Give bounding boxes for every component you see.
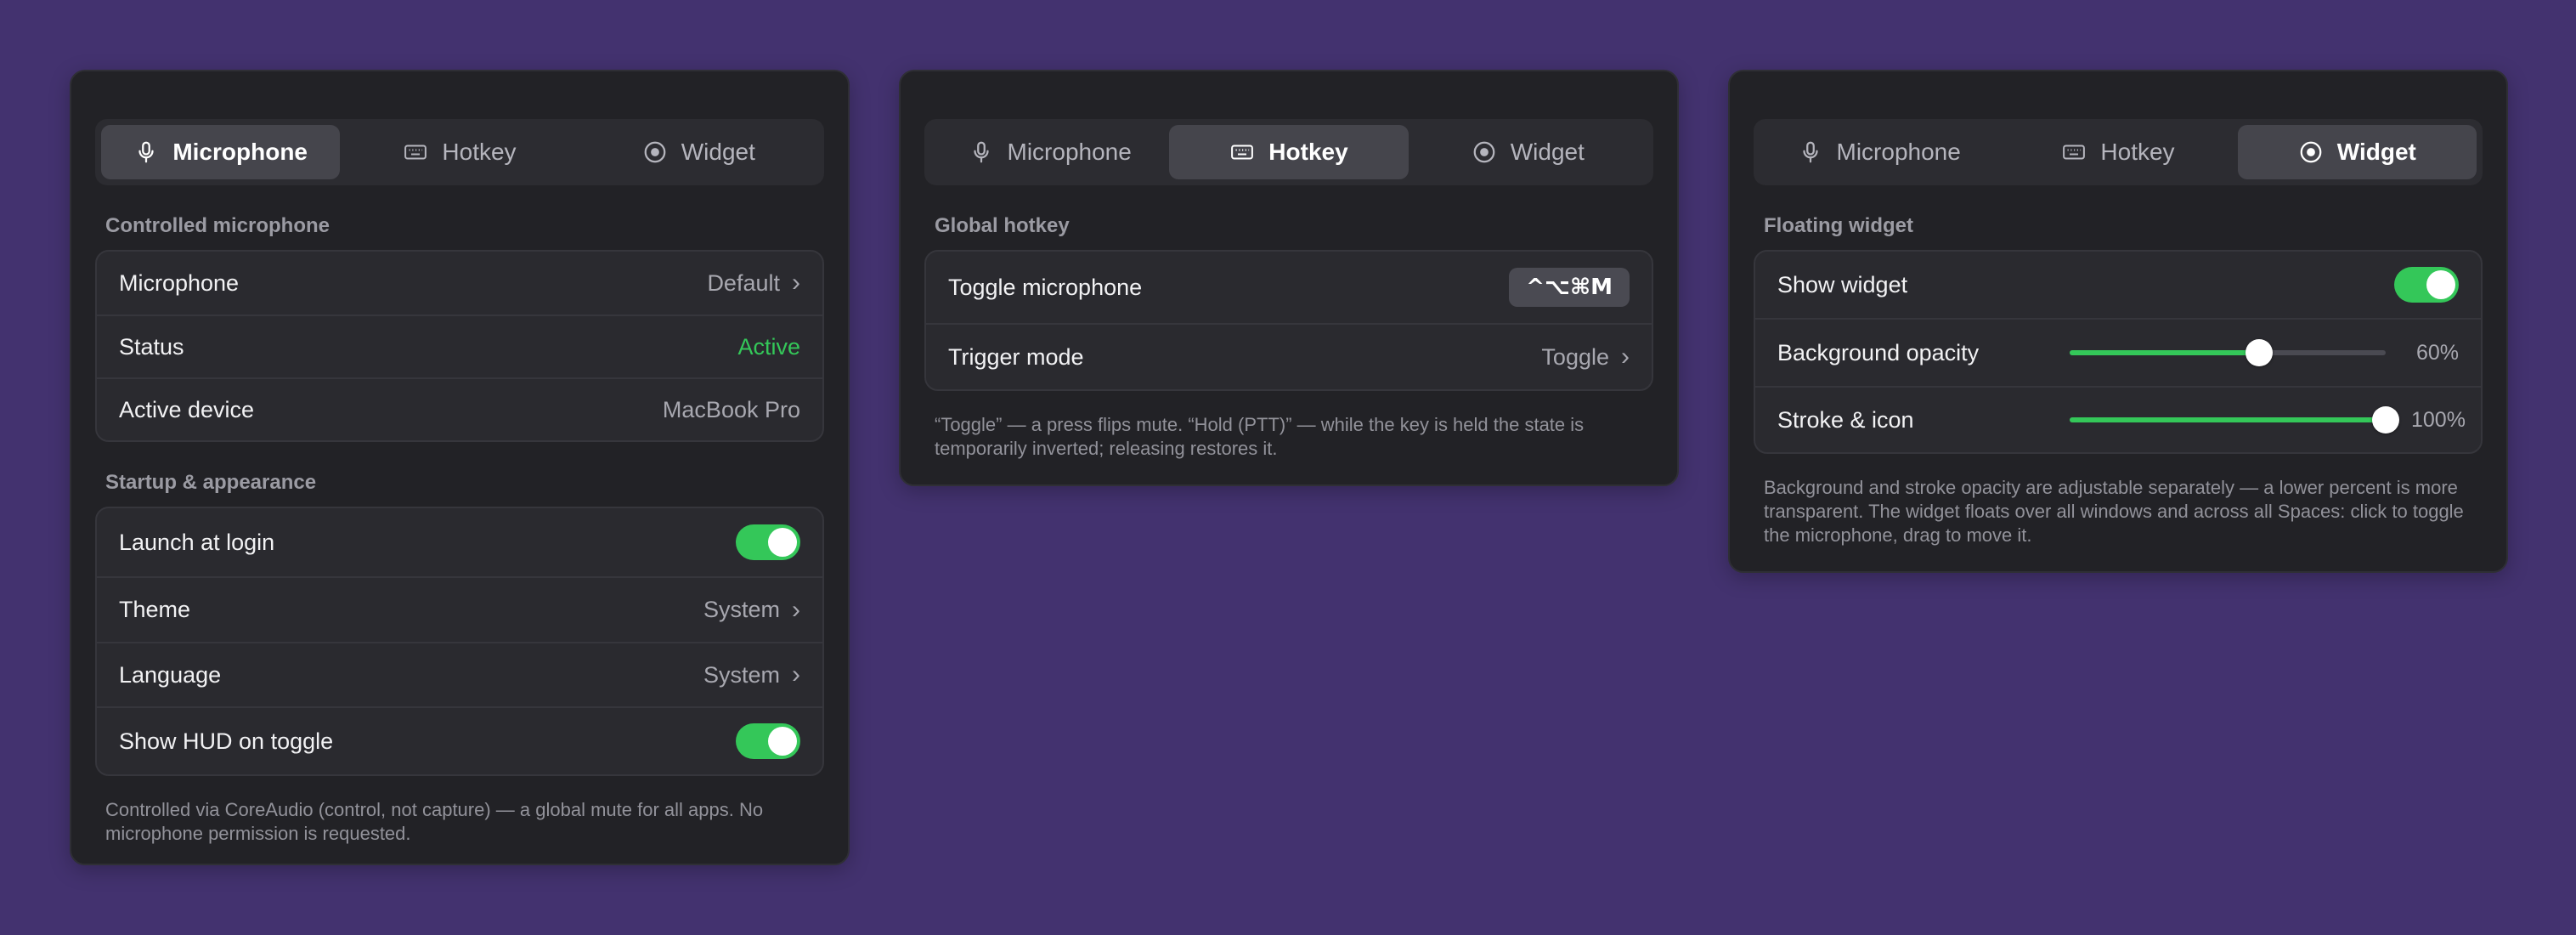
- microphone-icon: [1802, 141, 1818, 163]
- widget-footnote: Background and stroke opacity are adjust…: [1764, 477, 2464, 546]
- chevron-right-icon: ›: [792, 595, 800, 624]
- row-label: Theme: [119, 597, 191, 622]
- keyboard-icon: [2063, 144, 2086, 160]
- section-title-floating-widget: Floating widget: [1764, 214, 1913, 237]
- trigger-mode-value: Toggle: [1541, 343, 1609, 370]
- background-opacity-value: 60%: [2415, 340, 2459, 365]
- microphone-footnote: Controlled via CoreAudio (control, not c…: [105, 799, 764, 844]
- microphone-row[interactable]: Microphone Default ›: [97, 252, 822, 314]
- tab-widget[interactable]: Widget: [1409, 125, 1647, 179]
- tab-widget[interactable]: Widget: [2237, 125, 2477, 179]
- tab-microphone[interactable]: Microphone: [101, 125, 341, 179]
- row-label: Stroke & icon: [1777, 406, 1914, 433]
- tab-label: Hotkey: [442, 139, 517, 165]
- show-widget-row: Show widget: [1755, 252, 2481, 318]
- section-title-startup-appearance: Startup & appearance: [105, 471, 317, 494]
- background-opacity-slider[interactable]: [2070, 339, 2386, 366]
- tab-label: Hotkey: [2100, 139, 2175, 165]
- tab-label: Widget: [681, 139, 755, 165]
- tab-bar: Microphone Hotkey Widget: [1754, 119, 2483, 185]
- hotkey-settings-panel: Microphone Hotkey Widget Global hotkey T…: [899, 70, 1679, 486]
- microphone-value: Default: [707, 269, 780, 296]
- tab-microphone[interactable]: Microphone: [930, 125, 1169, 179]
- shortcut-recorder[interactable]: ^⌥⌘M: [1509, 268, 1630, 307]
- row-value: Default ›: [707, 270, 800, 297]
- stroke-icon-value: 100%: [2411, 407, 2466, 432]
- tab-widget[interactable]: Widget: [579, 125, 818, 179]
- stroke-icon-slider[interactable]: [2070, 406, 2399, 434]
- floating-widget-group: Show widget Background opacity 60% Strok…: [1754, 250, 2483, 454]
- slider-fill: [2070, 350, 2260, 355]
- slider-fill: [2070, 417, 2386, 422]
- slider-wrap: 60%: [2070, 339, 2459, 366]
- tab-label: Microphone: [1836, 139, 1961, 165]
- row-value: System ›: [703, 597, 800, 623]
- tab-hotkey[interactable]: Hotkey: [340, 125, 579, 179]
- startup-appearance-group: Launch at login Theme System › Language …: [95, 507, 824, 776]
- hotkey-footnote: “Toggle” — a press flips mute. “Hold (PT…: [935, 414, 1585, 459]
- widget-target-icon: [2300, 141, 2322, 163]
- row-label: Active device: [119, 396, 255, 422]
- show-hud-toggle[interactable]: [736, 723, 800, 759]
- row-label: Launch at login: [119, 529, 275, 555]
- widget-target-icon: [644, 141, 666, 163]
- microphone-icon: [138, 141, 154, 163]
- row-label: Show widget: [1777, 271, 1908, 298]
- chevron-right-icon: ›: [792, 660, 800, 688]
- background-opacity-row: Background opacity 60%: [1755, 318, 2481, 386]
- row-label: Background opacity: [1777, 339, 1980, 366]
- keyboard-icon: [404, 144, 427, 160]
- tab-microphone[interactable]: Microphone: [1760, 125, 1998, 179]
- launch-at-login-row: Launch at login: [97, 508, 822, 576]
- row-label: Trigger mode: [948, 343, 1084, 370]
- chevron-right-icon: ›: [792, 269, 800, 297]
- row-value: System ›: [703, 662, 800, 688]
- theme-row[interactable]: Theme System ›: [97, 576, 822, 642]
- row-label: Language: [119, 661, 222, 688]
- microphone-icon: [973, 141, 989, 163]
- global-hotkey-group: Toggle microphone ^⌥⌘M Trigger mode Togg…: [924, 250, 1653, 391]
- trigger-mode-row[interactable]: Trigger mode Toggle ›: [926, 323, 1652, 389]
- row-value: Toggle ›: [1541, 344, 1630, 371]
- microphone-settings-panel: Microphone Hotkey Widget Controlled micr…: [70, 70, 850, 865]
- stroke-icon-row: Stroke & icon 100%: [1755, 386, 2481, 452]
- slider-wrap: 100%: [2070, 406, 2466, 434]
- status-row: Status Active: [97, 314, 822, 377]
- section-title-controlled-microphone: Controlled microphone: [105, 214, 330, 237]
- row-label: Microphone: [119, 269, 240, 296]
- keyboard-icon: [1231, 144, 1254, 160]
- toggle-microphone-row: Toggle microphone ^⌥⌘M: [926, 252, 1652, 323]
- language-value: System: [703, 661, 780, 688]
- theme-value: System: [703, 597, 780, 622]
- row-label: Status: [119, 333, 184, 360]
- tab-hotkey[interactable]: Hotkey: [1998, 125, 2237, 179]
- show-widget-toggle[interactable]: [2394, 267, 2459, 303]
- slider-knob[interactable]: [2246, 339, 2274, 366]
- tab-bar: Microphone Hotkey Widget: [924, 119, 1653, 185]
- slider-knob[interactable]: [2372, 406, 2399, 434]
- tab-label: Hotkey: [1268, 139, 1348, 165]
- tab-label: Widget: [1510, 139, 1585, 165]
- tab-hotkey[interactable]: Hotkey: [1169, 125, 1409, 179]
- language-row[interactable]: Language System ›: [97, 642, 822, 706]
- status-value: Active: [737, 333, 800, 360]
- active-device-row: Active device MacBook Pro: [97, 377, 822, 440]
- launch-at-login-toggle[interactable]: [736, 524, 800, 560]
- tab-label: Microphone: [1007, 139, 1132, 165]
- chevron-right-icon: ›: [1621, 343, 1630, 371]
- widget-settings-panel: Microphone Hotkey Widget Floating widget…: [1728, 70, 2508, 573]
- widget-target-icon: [1473, 141, 1495, 163]
- tab-label: Widget: [2336, 139, 2416, 165]
- controlled-microphone-group: Microphone Default › Status Active Activ…: [95, 250, 824, 442]
- tab-bar: Microphone Hotkey Widget: [95, 119, 824, 185]
- show-hud-row: Show HUD on toggle: [97, 706, 822, 774]
- tab-label: Microphone: [172, 139, 308, 165]
- row-label: Toggle microphone: [948, 274, 1143, 300]
- row-label: Show HUD on toggle: [119, 728, 334, 754]
- active-device-value: MacBook Pro: [662, 396, 800, 422]
- section-title-global-hotkey: Global hotkey: [935, 214, 1070, 237]
